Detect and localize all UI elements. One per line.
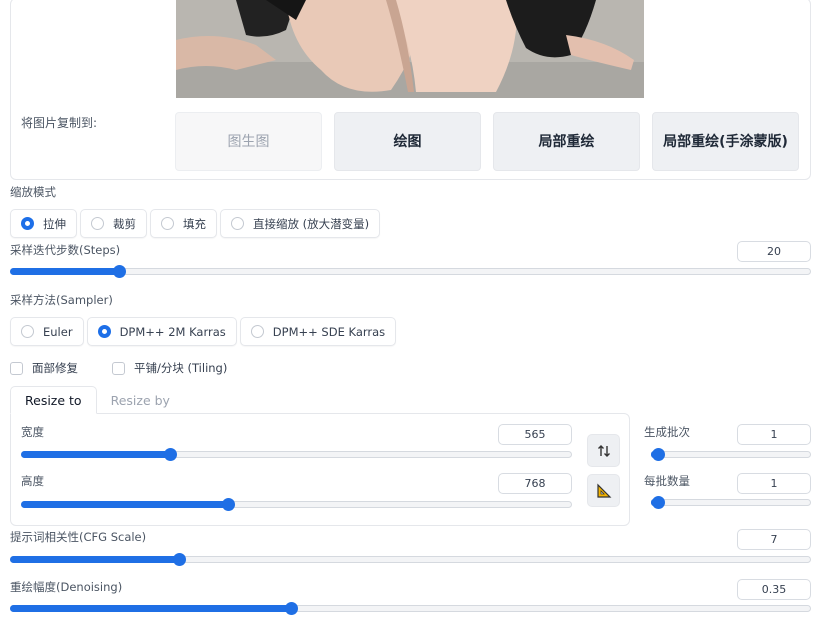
batch-count-label: 生成批次 bbox=[644, 425, 690, 439]
steps-label: 采样迭代步数(Steps) bbox=[10, 243, 121, 257]
tiling-checkbox[interactable]: 平铺/分块 (Tiling) bbox=[112, 360, 227, 376]
slider-thumb[interactable] bbox=[221, 498, 235, 511]
swap-dimensions-icon bbox=[597, 444, 610, 457]
copy-to-draw-button[interactable]: 绘图 bbox=[334, 112, 481, 171]
slider-fill bbox=[21, 451, 170, 458]
slider-fill bbox=[10, 605, 290, 612]
denoising-label: 重绘幅度(Denoising) bbox=[10, 580, 123, 594]
radio-unselected-icon bbox=[91, 217, 104, 230]
radio-unselected-icon bbox=[250, 325, 264, 338]
copy-to-inpaint-sketch-button[interactable]: 局部重绘(手涂蒙版) bbox=[652, 112, 799, 171]
batch-size-label: 每批数量 bbox=[644, 474, 690, 488]
batch-size-slider[interactable] bbox=[651, 496, 811, 509]
radio-unselected-icon bbox=[21, 325, 34, 338]
batch-count-input[interactable]: 1 bbox=[737, 424, 811, 445]
aspect-ratio-button[interactable] bbox=[587, 474, 620, 507]
slider-fill bbox=[21, 501, 227, 508]
slider-thumb[interactable] bbox=[112, 265, 126, 278]
batch-count-slider[interactable] bbox=[651, 448, 811, 461]
sampler-option-dpm-2m-karras[interactable]: DPM++ 2M Karras bbox=[86, 317, 237, 346]
width-input[interactable]: 565 bbox=[498, 424, 572, 445]
tab-resize-to[interactable]: Resize to bbox=[10, 386, 97, 414]
resize-tabs: Resize to Resize by bbox=[10, 386, 184, 414]
checkbox-box[interactable] bbox=[112, 361, 125, 375]
output-image[interactable] bbox=[176, 0, 644, 98]
denoising-slider[interactable] bbox=[10, 602, 811, 615]
height-slider[interactable] bbox=[21, 498, 572, 511]
slider-thumb[interactable] bbox=[172, 553, 186, 566]
resize-mode-option-stretch[interactable]: 拉伸 bbox=[10, 209, 77, 238]
width-slider[interactable] bbox=[21, 448, 572, 461]
steps-input[interactable]: 20 bbox=[737, 241, 811, 262]
resize-mode-option-latent-upscale[interactable]: 直接缩放 (放大潜变量) bbox=[220, 209, 381, 238]
slider-fill bbox=[10, 268, 118, 275]
radio-selected-icon bbox=[21, 217, 34, 230]
copy-to-inpaint-button[interactable]: 局部重绘 bbox=[493, 112, 640, 171]
steps-slider[interactable] bbox=[10, 265, 811, 278]
batch-size-input[interactable]: 1 bbox=[737, 473, 811, 494]
height-label: 高度 bbox=[21, 474, 44, 488]
cfg-scale-slider[interactable] bbox=[10, 553, 811, 566]
resize-mode-option-crop[interactable]: 裁剪 bbox=[80, 209, 147, 238]
resize-mode-label: 缩放模式 bbox=[10, 185, 56, 199]
height-input[interactable]: 768 bbox=[498, 473, 572, 494]
copy-to-label: 将图片复制到: bbox=[21, 116, 98, 130]
radio-selected-icon bbox=[97, 325, 111, 338]
resize-mode-option-fill[interactable]: 填充 bbox=[150, 209, 217, 238]
triangle-ruler-icon bbox=[596, 483, 611, 498]
copy-to-img2img-button[interactable]: 图生图 bbox=[175, 112, 322, 171]
sampler-label: 采样方法(Sampler) bbox=[10, 293, 113, 307]
swap-dimensions-button[interactable] bbox=[587, 434, 620, 467]
tab-resize-by[interactable]: Resize by bbox=[97, 386, 184, 414]
cfg-scale-input[interactable]: 7 bbox=[737, 529, 811, 550]
slider-fill bbox=[10, 556, 178, 563]
sampler-option-euler[interactable]: Euler bbox=[10, 317, 84, 346]
radio-unselected-icon bbox=[231, 217, 244, 230]
denoising-input[interactable]: 0.35 bbox=[737, 579, 811, 600]
cfg-scale-label: 提示词相关性(CFG Scale) bbox=[10, 530, 147, 544]
resize-mode-radio-group: 拉伸 裁剪 填充 直接缩放 (放大潜变量) bbox=[10, 209, 381, 238]
width-label: 宽度 bbox=[21, 425, 44, 439]
slider-thumb[interactable] bbox=[284, 602, 298, 615]
face-restore-checkbox[interactable]: 面部修复 bbox=[10, 360, 78, 376]
checkbox-box[interactable] bbox=[10, 361, 23, 375]
slider-thumb[interactable] bbox=[652, 448, 665, 461]
sampler-option-dpm-sde-karras[interactable]: DPM++ SDE Karras bbox=[239, 317, 397, 346]
slider-thumb[interactable] bbox=[652, 496, 665, 509]
sampler-radio-group: Euler DPM++ 2M Karras DPM++ SDE Karras bbox=[10, 317, 397, 346]
radio-unselected-icon bbox=[161, 217, 174, 230]
